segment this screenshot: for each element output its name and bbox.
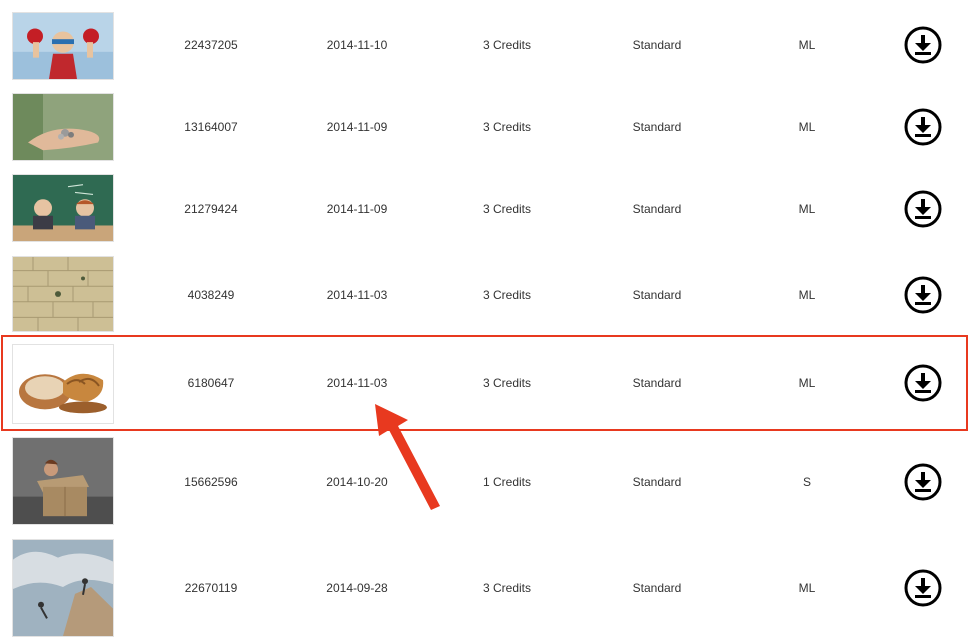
- image-size: ML: [798, 202, 816, 216]
- license-type: Standard: [632, 475, 682, 489]
- download-button[interactable]: [903, 462, 943, 502]
- download-date: 2014-10-20: [326, 475, 388, 489]
- image-id: 21279424: [184, 202, 238, 216]
- download-circle-icon: [904, 190, 942, 228]
- download-date: 2014-11-10: [326, 38, 388, 52]
- image-id: 6180647: [187, 376, 235, 390]
- download-date: 2014-09-28: [326, 581, 388, 595]
- download-button[interactable]: [903, 568, 943, 608]
- image-id: 13164007: [184, 120, 238, 134]
- download-date: 2014-11-09: [326, 120, 388, 134]
- table-row: 15662596 2014-10-20 1 Credits Standard S: [0, 436, 977, 528]
- thumbnail-image[interactable]: [12, 174, 114, 242]
- thumbnail-image[interactable]: [12, 93, 114, 161]
- image-id: 22670119: [184, 581, 238, 595]
- image-id: 4038249: [187, 288, 235, 302]
- license-type: Standard: [632, 376, 682, 390]
- image-size: ML: [798, 120, 816, 134]
- credits-used: 1 Credits: [482, 475, 532, 489]
- table-row: 22670119 2014-09-28 3 Credits Standard M…: [0, 538, 977, 638]
- thumbnail-image[interactable]: [12, 256, 114, 332]
- download-button[interactable]: [903, 107, 943, 147]
- license-type: Standard: [632, 581, 682, 595]
- thumbnail-image[interactable]: [12, 12, 114, 80]
- thumbnail-image[interactable]: [12, 539, 114, 637]
- download-button[interactable]: [903, 363, 943, 403]
- download-date: 2014-11-03: [326, 288, 388, 302]
- credits-used: 3 Credits: [482, 581, 532, 595]
- download-date: 2014-11-09: [326, 202, 388, 216]
- image-size: ML: [798, 376, 816, 390]
- image-size: S: [802, 475, 812, 489]
- download-circle-icon: [904, 276, 942, 314]
- table-row: 4038249 2014-11-03 3 Credits Standard ML: [0, 255, 977, 335]
- thumbnail-image[interactable]: [12, 344, 114, 424]
- table-row: 21279424 2014-11-09 3 Credits Standard M…: [0, 174, 977, 244]
- credits-used: 3 Credits: [482, 288, 532, 302]
- image-id: 22437205: [184, 38, 238, 52]
- download-date: 2014-11-03: [326, 376, 388, 390]
- table-row: 22437205 2014-11-10 3 Credits Standard M…: [0, 10, 977, 80]
- credits-used: 3 Credits: [482, 202, 532, 216]
- license-type: Standard: [632, 202, 682, 216]
- download-circle-icon: [904, 108, 942, 146]
- download-button[interactable]: [903, 189, 943, 229]
- download-button[interactable]: [903, 275, 943, 315]
- image-size: ML: [798, 581, 816, 595]
- table-row: 13164007 2014-11-09 3 Credits Standard M…: [0, 92, 977, 162]
- credits-used: 3 Credits: [482, 38, 532, 52]
- image-size: ML: [798, 38, 816, 52]
- license-type: Standard: [632, 120, 682, 134]
- license-type: Standard: [632, 38, 682, 52]
- download-circle-icon: [904, 364, 942, 402]
- download-circle-icon: [904, 569, 942, 607]
- credits-used: 3 Credits: [482, 120, 532, 134]
- download-circle-icon: [904, 26, 942, 64]
- image-id: 15662596: [184, 475, 238, 489]
- image-size: ML: [798, 288, 816, 302]
- thumbnail-image[interactable]: [12, 437, 114, 525]
- license-type: Standard: [632, 288, 682, 302]
- download-circle-icon: [904, 463, 942, 501]
- credits-used: 3 Credits: [482, 376, 532, 390]
- table-row: 6180647 2014-11-03 3 Credits Standard ML: [0, 337, 977, 429]
- download-button[interactable]: [903, 25, 943, 65]
